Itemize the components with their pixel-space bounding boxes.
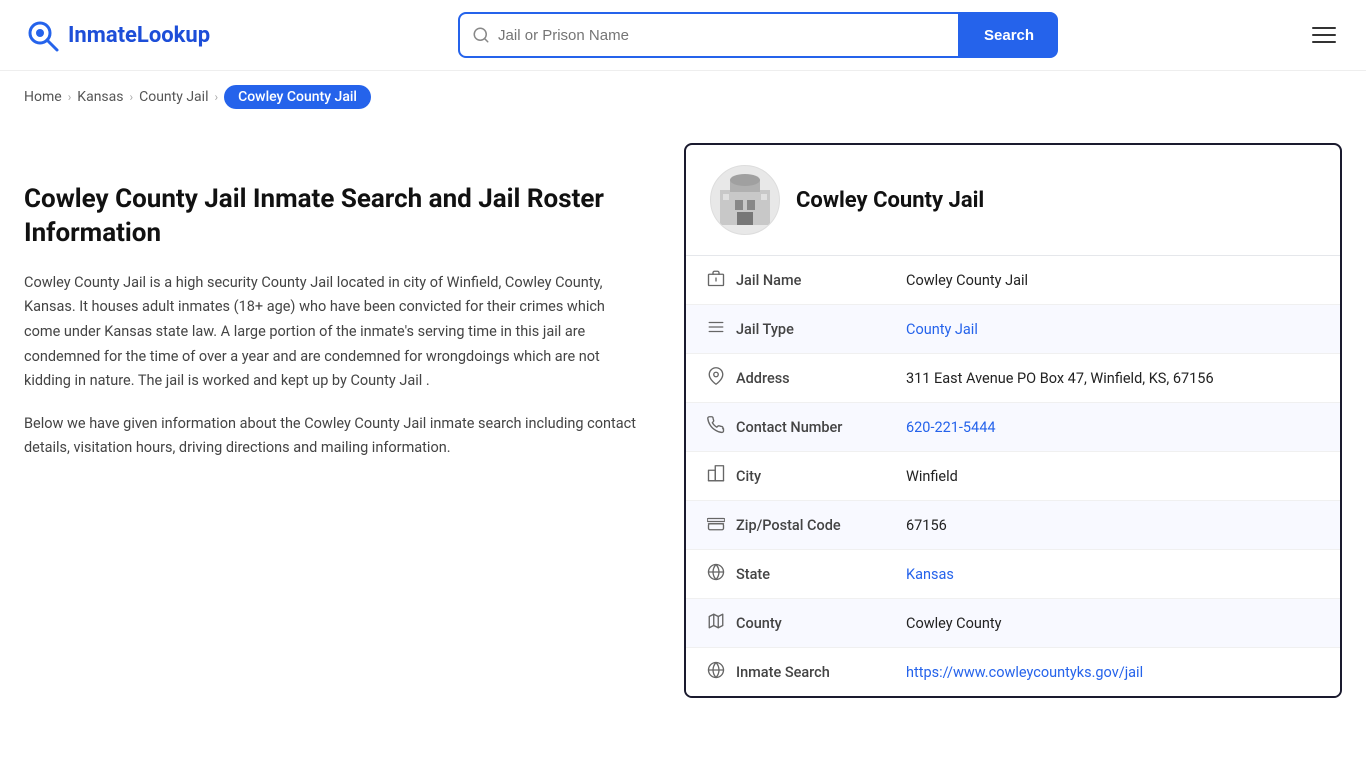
- type-icon: [706, 318, 726, 340]
- panel-header: Cowley County Jail: [686, 145, 1340, 256]
- row-label: Zip/Postal Code: [736, 517, 841, 534]
- county-icon: [706, 612, 726, 634]
- row-label: Jail Type: [736, 321, 794, 338]
- breadcrumb-kansas[interactable]: Kansas: [77, 89, 123, 105]
- search-area: Search: [458, 12, 1058, 58]
- row-value: 311 East Avenue PO Box 47, Winfield, KS,…: [886, 354, 1340, 403]
- chevron-icon: ›: [130, 90, 134, 104]
- hamburger-line2: [1312, 34, 1336, 36]
- menu-button[interactable]: [1306, 21, 1342, 49]
- breadcrumb-current: Cowley County Jail: [224, 85, 371, 109]
- row-value[interactable]: https://www.cowleycountyks.gov/jail: [886, 648, 1340, 697]
- facility-panel: Cowley County Jail Jail Name Cowley Count…: [684, 143, 1342, 698]
- table-row: Zip/Postal Code 67156: [686, 501, 1340, 550]
- row-value[interactable]: 620-221-5444: [886, 403, 1340, 452]
- state-icon: [706, 563, 726, 585]
- left-column: Cowley County Jail Inmate Search and Jai…: [24, 143, 684, 721]
- page-description-2: Below we have given information about th…: [24, 412, 644, 461]
- address-icon: [706, 367, 726, 389]
- row-value-link[interactable]: 620-221-5444: [906, 419, 996, 436]
- facility-image: [715, 170, 775, 230]
- row-value-link[interactable]: Kansas: [906, 566, 954, 583]
- page-description-1: Cowley County Jail is a high security Co…: [24, 271, 644, 394]
- page-title: Cowley County Jail Inmate Search and Jai…: [24, 183, 644, 251]
- table-row: County Cowley County: [686, 599, 1340, 648]
- zip-icon: [706, 514, 726, 536]
- row-label: Address: [736, 370, 790, 387]
- web-icon: [706, 661, 726, 683]
- table-row: Jail Name Cowley County Jail: [686, 256, 1340, 305]
- facility-avatar: [710, 165, 780, 235]
- breadcrumb-county-jail[interactable]: County Jail: [139, 89, 208, 105]
- city-icon: [706, 465, 726, 487]
- table-row: State Kansas: [686, 550, 1340, 599]
- hamburger-line3: [1312, 41, 1336, 43]
- main-content: Cowley County Jail Inmate Search and Jai…: [0, 123, 1366, 761]
- row-value-link[interactable]: https://www.cowleycountyks.gov/jail: [906, 664, 1143, 681]
- table-row: Address 311 East Avenue PO Box 47, Winfie…: [686, 354, 1340, 403]
- row-label: County: [736, 615, 782, 632]
- search-input-wrapper: [458, 12, 960, 58]
- phone-icon: [706, 416, 726, 438]
- table-row: Jail Type County Jail: [686, 305, 1340, 354]
- jail-icon: [706, 269, 726, 291]
- facility-name: Cowley County Jail: [796, 188, 984, 213]
- logo-text: InmateLookup: [68, 23, 210, 48]
- search-button[interactable]: Search: [960, 12, 1058, 58]
- chevron-icon: ›: [68, 90, 72, 104]
- logo-icon: [24, 17, 60, 53]
- row-value[interactable]: County Jail: [886, 305, 1340, 354]
- row-value[interactable]: Kansas: [886, 550, 1340, 599]
- row-value-link[interactable]: County Jail: [906, 321, 978, 338]
- logo-link[interactable]: InmateLookup: [24, 17, 210, 53]
- chevron-icon: ›: [214, 90, 218, 104]
- row-label: Contact Number: [736, 419, 842, 436]
- row-label: Jail Name: [736, 272, 801, 289]
- search-input[interactable]: [498, 27, 946, 44]
- hamburger-line1: [1312, 27, 1336, 29]
- table-row: Inmate Search https://www.cowleycountyks.…: [686, 648, 1340, 697]
- row-label: City: [736, 468, 761, 485]
- breadcrumb: Home › Kansas › County Jail › Cowley Cou…: [0, 71, 1366, 123]
- row-value: 67156: [886, 501, 1340, 550]
- row-label: State: [736, 566, 770, 583]
- site-header: InmateLookup Search: [0, 0, 1366, 71]
- row-value: Cowley County Jail: [886, 256, 1340, 305]
- row-label: Inmate Search: [736, 664, 830, 681]
- row-value: Winfield: [886, 452, 1340, 501]
- row-value: Cowley County: [886, 599, 1340, 648]
- table-row: Contact Number 620-221-5444: [686, 403, 1340, 452]
- info-table: Jail Name Cowley County Jail Jail Type Coun…: [686, 256, 1340, 696]
- table-row: City Winfield: [686, 452, 1340, 501]
- search-icon: [472, 26, 490, 44]
- breadcrumb-home[interactable]: Home: [24, 89, 62, 105]
